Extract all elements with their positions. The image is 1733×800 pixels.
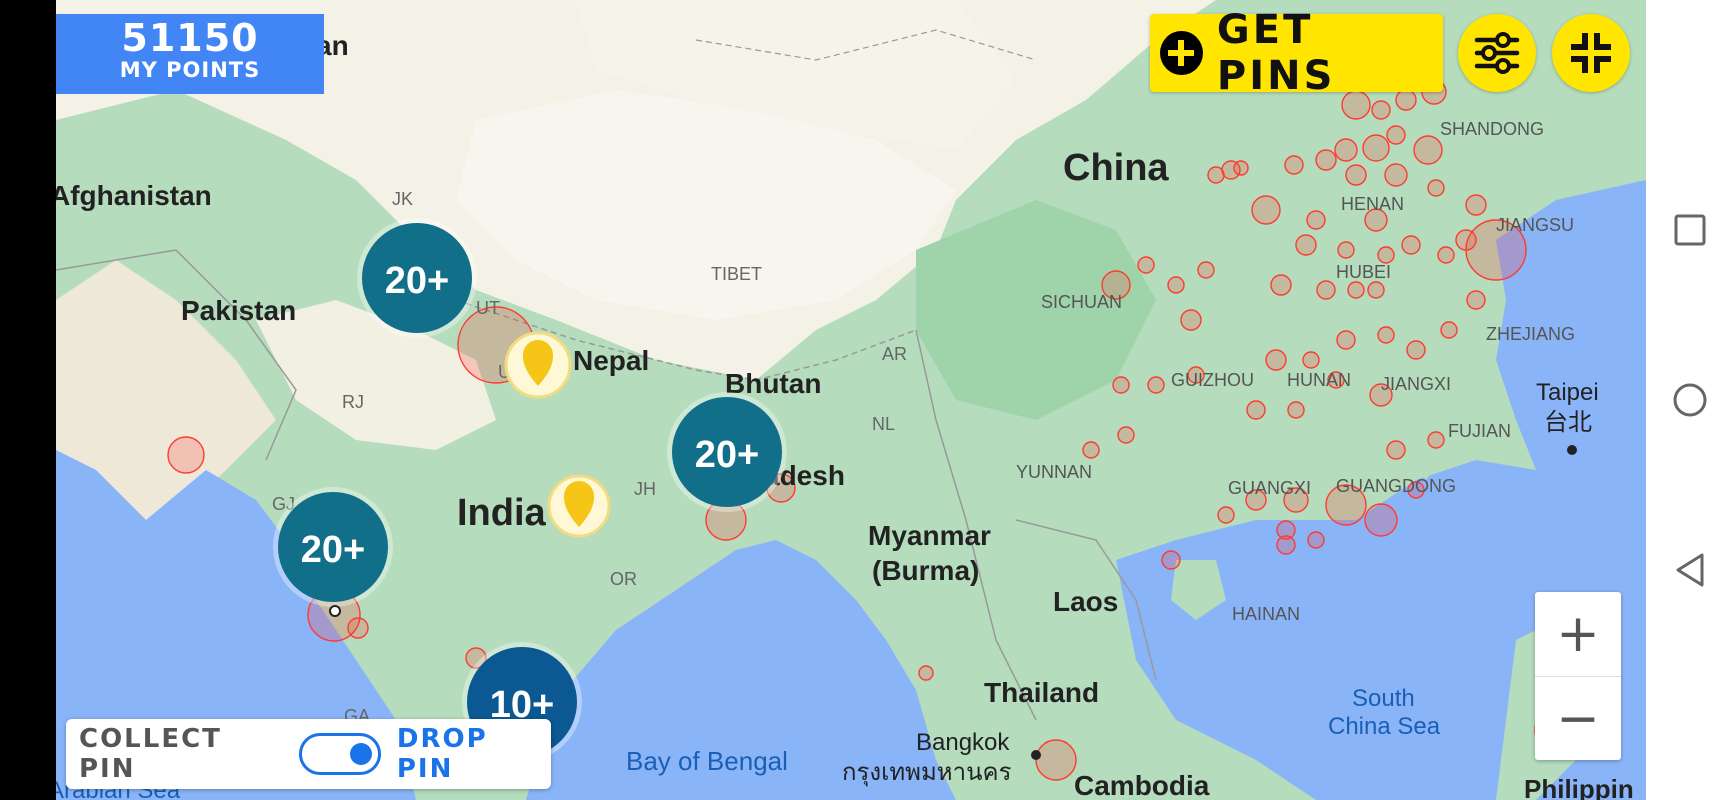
zoom-out-button[interactable]: − [1535, 676, 1621, 761]
label-burma: (Burma) [872, 555, 979, 586]
app-screen: an Afghanistan Pakistan India Nepal Bhut… [0, 0, 1733, 800]
collapse-button[interactable] [1552, 14, 1630, 92]
zoom-in-button[interactable]: + [1535, 592, 1621, 676]
switch-knob [349, 743, 372, 765]
drop-pin-label[interactable]: DROP PIN [397, 724, 551, 784]
label-jiangxi: JIANGXI [1381, 374, 1451, 394]
cluster-label: 20+ [301, 529, 365, 571]
label-china-sea: China Sea [1328, 713, 1441, 740]
label-nepal: Nepal [573, 345, 649, 376]
label-laos: Laos [1053, 586, 1118, 617]
zoom-controls: + − [1535, 592, 1621, 760]
bangkok-dot [1031, 750, 1041, 760]
label-afghanistan: Afghanistan [56, 180, 212, 211]
label-jk: JK [392, 189, 413, 209]
square-nav-icon[interactable] [1670, 210, 1710, 250]
circle-nav-icon[interactable] [1670, 380, 1710, 420]
label-shandong: SHANDONG [1440, 119, 1544, 139]
label-guangxi: GUANGXI [1228, 478, 1311, 498]
label-henan: HENAN [1341, 194, 1404, 214]
cluster-label: 20+ [385, 260, 449, 302]
label-rj: RJ [342, 392, 364, 412]
map-pin-icon[interactable] [547, 474, 611, 538]
cluster-marker[interactable]: 20+ [357, 218, 477, 338]
label-hunan: HUNAN [1287, 370, 1351, 390]
taipei-dot [1567, 445, 1577, 455]
label-bangkok: Bangkok [916, 729, 1010, 756]
label-hainan: HAINAN [1232, 604, 1300, 624]
label-guizhou: GUIZHOU [1171, 370, 1254, 390]
cluster-marker[interactable]: 20+ [667, 392, 787, 512]
label-india: India [457, 492, 547, 534]
get-pins-button[interactable]: GET PINS [1150, 7, 1443, 99]
map-pin-icon[interactable] [504, 331, 572, 399]
get-pins-label: GET PINS [1216, 7, 1336, 99]
label-yunnan: YUNNAN [1016, 462, 1092, 482]
points-label: MY POINTS [119, 58, 261, 82]
label-philippines: Philippin [1524, 774, 1634, 800]
label-fujian: FUJIAN [1448, 421, 1511, 441]
label-pakistan: Pakistan [181, 295, 296, 326]
label-bangkok-thai: กรุงเทพมหานคร [842, 759, 1012, 787]
label-taipei-zh: 台北 [1544, 409, 1592, 436]
filter-sliders-icon [1474, 32, 1520, 74]
label-bay-of-bengal: Bay of Bengal [626, 746, 788, 776]
label-jh: JH [634, 479, 656, 499]
label-or: OR [610, 569, 637, 589]
filter-button[interactable] [1458, 14, 1536, 92]
label-sichuan: SICHUAN [1041, 292, 1122, 312]
label-cambodia: Cambodia [1074, 770, 1210, 800]
label-myanmar: Myanmar [868, 520, 991, 551]
label-hubei: HUBEI [1336, 262, 1391, 282]
label-guangdong: GUANGDONG [1336, 476, 1456, 496]
label-ar: AR [882, 344, 907, 364]
label-thailand: Thailand [984, 677, 1099, 708]
collect-pin-label[interactable]: COLLECT PIN [79, 724, 284, 784]
label-jiangsu: JIANGSU [1496, 215, 1574, 235]
label-tibet: TIBET [711, 264, 762, 284]
label-taipei: Taipei [1536, 379, 1599, 406]
pin-mode-toggle-panel: COLLECT PIN DROP PIN [66, 719, 551, 789]
left-black-bar [0, 0, 56, 800]
map-view[interactable]: an Afghanistan Pakistan India Nepal Bhut… [56, 0, 1646, 800]
label-nl: NL [872, 414, 895, 434]
points-counter: 51150 MY POINTS [56, 14, 324, 94]
points-value: 51150 [121, 16, 259, 60]
label-ut: UT [476, 298, 500, 318]
map-canvas[interactable]: an Afghanistan Pakistan India Nepal Bhut… [56, 0, 1646, 800]
pin-mode-switch[interactable] [298, 733, 381, 775]
back-triangle-icon[interactable] [1670, 550, 1710, 590]
label-zhejiang: ZHEJIANG [1486, 324, 1575, 344]
cluster-label: 20+ [695, 434, 759, 476]
label-south-china: South [1352, 685, 1415, 712]
collapse-icon [1571, 33, 1611, 73]
label-china: China [1063, 147, 1169, 189]
plus-circle-icon [1160, 31, 1203, 75]
